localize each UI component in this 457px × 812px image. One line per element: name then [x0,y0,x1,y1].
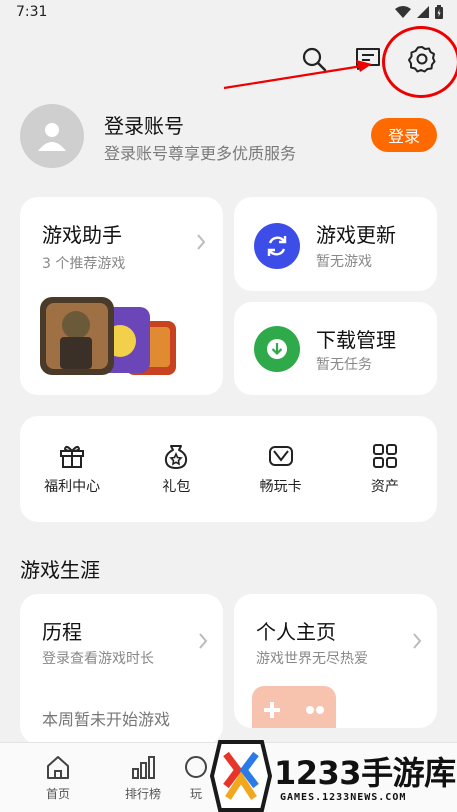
assistant-title: 游戏助手 [42,223,122,247]
gift-icon [60,445,85,468]
status-bar: 7:31 [0,0,457,26]
recommended-games-icon [40,297,176,375]
watermark: 1233手游库 GAMES.1233NEWS.COM [206,740,457,812]
avatar[interactable] [20,104,84,168]
account-section: 登录账号 登录账号尊享更多优质服务 登录 [20,104,437,168]
chevron-right-icon [197,234,206,250]
grid-icon [372,444,397,468]
chevron-right-icon [413,633,422,649]
refresh-icon [254,223,300,269]
download-manager-card[interactable]: 下载管理 暂无任务 [234,302,437,395]
nav-label: 排行榜 [124,787,161,801]
signal-icon [417,6,429,18]
account-subtitle: 登录账号尊享更多优质服务 [104,144,297,163]
card-icon [268,446,293,466]
quick-label: 福利中心 [44,479,101,495]
history-card[interactable]: 历程 登录查看游戏时长 本周暂未开始游戏 [20,594,223,744]
nav-home[interactable]: 首页 [23,753,93,802]
annotation-arrow [223,60,372,90]
home-icon [47,756,69,779]
nav-label: 首页 [45,787,70,801]
history-subtitle: 登录查看游戏时长 [42,651,154,667]
status-icons [395,5,443,19]
quick-label: 畅玩卡 [259,479,302,495]
quick-label: 资产 [370,479,399,495]
download-icon [254,326,300,372]
annotation-circle [382,26,457,98]
quick-item-play-card[interactable]: 畅玩卡 [236,442,326,496]
chevron-right-icon [199,633,208,649]
update-subtitle: 暂无游戏 [316,254,372,270]
homepage-title: 个人主页 [256,620,336,644]
battery-icon [435,5,443,19]
homepage-card[interactable]: 个人主页 游戏世界无尽热爱 [234,594,437,728]
quick-item-welfare[interactable]: 福利中心 [27,442,117,496]
nav-label: 玩 [189,787,202,801]
login-button[interactable]: 登录 [371,118,437,152]
account-title[interactable]: 登录账号 [104,110,184,139]
game-assistant-card[interactable]: 游戏助手 3 个推荐游戏 [20,197,223,395]
homepage-subtitle: 游戏世界无尽热爱 [256,651,368,667]
section-title: 游戏生涯 [20,558,100,582]
gift-bag-icon [165,445,188,469]
quick-item-gift-pack[interactable]: 礼包 [131,442,221,496]
history-title: 历程 [42,620,82,644]
rank-icon [132,756,155,779]
quick-label: 礼包 [162,479,191,495]
assistant-subtitle: 3 个推荐游戏 [42,256,126,272]
status-time: 7:31 [16,4,48,20]
gamepad-icon [252,686,336,728]
download-title: 下载管理 [316,328,396,352]
download-subtitle: 暂无任务 [316,357,372,373]
wifi-icon [395,6,411,18]
game-update-card[interactable]: 游戏更新 暂无游戏 [234,197,437,291]
history-note: 本周暂未开始游戏 [42,710,171,729]
update-title: 游戏更新 [316,223,396,247]
nav-rank[interactable]: 排行榜 [108,753,178,802]
watermark-brand: 1233手游库 [274,754,456,792]
watermark-domain: GAMES.1233NEWS.COM [280,792,407,803]
watermark-logo-icon [210,740,272,812]
quick-item-assets[interactable]: 资产 [340,442,430,496]
quick-actions: 福利中心 礼包 畅玩卡 资产 [20,416,437,522]
